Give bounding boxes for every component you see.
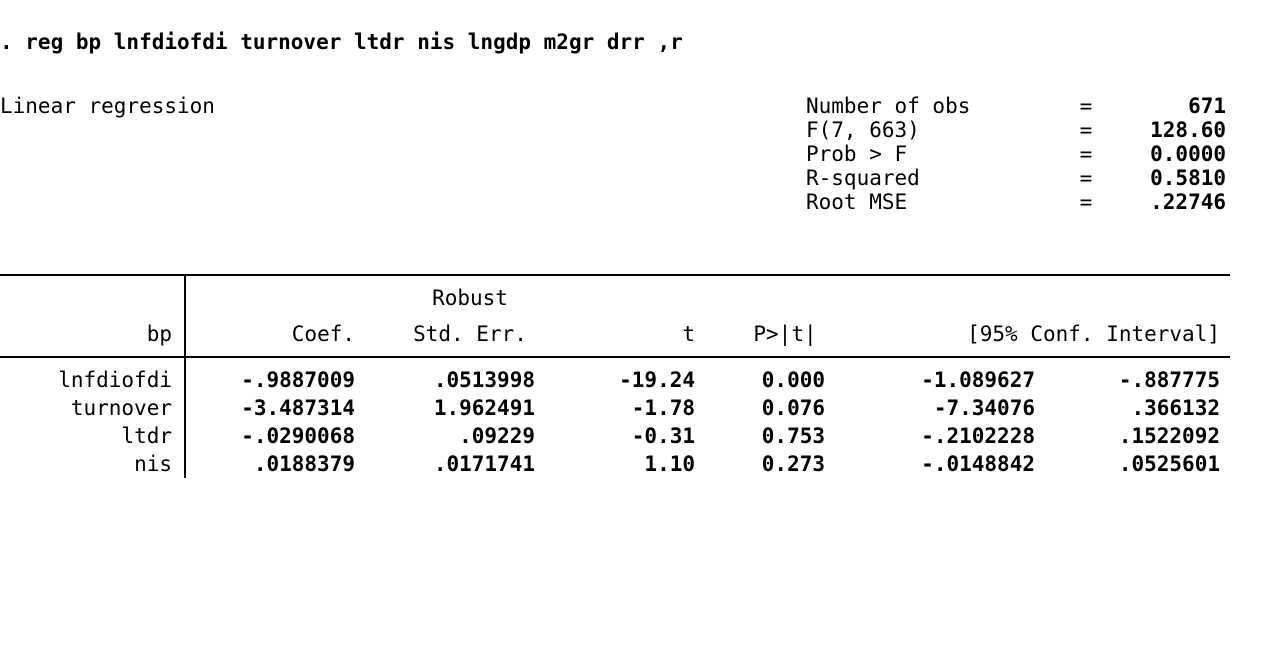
th-blank [1055,275,1230,312]
cell-t: -1.78 [565,394,715,422]
summary-row: Prob > F = 0.0000 [806,142,1226,166]
cell-cilo: -.0148842 [855,450,1055,478]
coef-table: Robust bp Coef. Std. Err. t P>|t| [95% C… [0,274,1230,478]
summary-label: R-squared [806,166,1066,190]
table-row: turnover -3.487314 1.962491 -1.78 0.076 … [0,394,1230,422]
command-line: . reg bp lnfdiofdi turnover ltdr nis lng… [0,30,1286,54]
cell-coef: -.0290068 [185,422,375,450]
summary-row: Root MSE = .22746 [806,190,1226,214]
summary-value: 0.5810 [1106,166,1226,190]
equals-sign: = [1066,94,1106,118]
cell-se: .0171741 [375,450,565,478]
cell-se: .09229 [375,422,565,450]
stata-output: . reg bp lnfdiofdi turnover ltdr nis lng… [0,0,1286,478]
summary-label: F(7, 663) [806,118,1066,142]
th-blank [565,275,715,312]
summary-label: Prob > F [806,142,1066,166]
cell-cilo: -.2102228 [855,422,1055,450]
cell-p: 0.000 [715,357,855,394]
summary-value: .22746 [1106,190,1226,214]
cell-cilo: -7.34076 [855,394,1055,422]
cell-se: 1.962491 [375,394,565,422]
equals-sign: = [1066,142,1106,166]
table-row: lnfdiofdi -.9887009 .0513998 -19.24 0.00… [0,357,1230,394]
cell-cihi: -.887775 [1055,357,1230,394]
th-blank [715,275,855,312]
table-row: ltdr -.0290068 .09229 -0.31 0.753 -.2102… [0,422,1230,450]
var-name: turnover [0,394,185,422]
summary-row: Number of obs = 671 [806,94,1226,118]
cell-t: -19.24 [565,357,715,394]
cell-cihi: .0525601 [1055,450,1230,478]
cell-coef: -3.487314 [185,394,375,422]
summary-row: F(7, 663) = 128.60 [806,118,1226,142]
var-name: nis [0,450,185,478]
equals-sign: = [1066,190,1106,214]
summary-label: Number of obs [806,94,1066,118]
th-blank [855,275,1055,312]
summary-row: R-squared = 0.5810 [806,166,1226,190]
summary-stats: Number of obs = 671 F(7, 663) = 128.60 P… [806,94,1286,214]
table-row: nis .0188379 .0171741 1.10 0.273 -.01488… [0,450,1230,478]
var-name: ltdr [0,422,185,450]
cell-p: 0.753 [715,422,855,450]
equals-sign: = [1066,118,1106,142]
cell-t: 1.10 [565,450,715,478]
coef-tbody: lnfdiofdi -.9887009 .0513998 -19.24 0.00… [0,357,1230,478]
var-name: lnfdiofdi [0,357,185,394]
cell-se: .0513998 [375,357,565,394]
th-blank [0,275,185,312]
cell-cihi: .366132 [1055,394,1230,422]
summary-label: Root MSE [806,190,1066,214]
th-ci: [95% Conf. Interval] [855,312,1230,357]
th-depvar: bp [0,312,185,357]
th-p: P>|t| [715,312,855,357]
model-title: Linear regression [0,94,215,214]
cell-t: -0.31 [565,422,715,450]
cell-coef: -.9887009 [185,357,375,394]
th-robust: Robust [375,275,565,312]
summary-block: Linear regression Number of obs = 671 F(… [0,94,1286,214]
th-se: Std. Err. [375,312,565,357]
cell-cilo: -1.089627 [855,357,1055,394]
summary-value: 128.60 [1106,118,1226,142]
equals-sign: = [1066,166,1106,190]
th-blank [185,275,375,312]
th-coef: Coef. [185,312,375,357]
cell-cihi: .1522092 [1055,422,1230,450]
cell-coef: .0188379 [185,450,375,478]
summary-value: 671 [1106,94,1226,118]
cell-p: 0.273 [715,450,855,478]
summary-value: 0.0000 [1106,142,1226,166]
cell-p: 0.076 [715,394,855,422]
th-t: t [565,312,715,357]
